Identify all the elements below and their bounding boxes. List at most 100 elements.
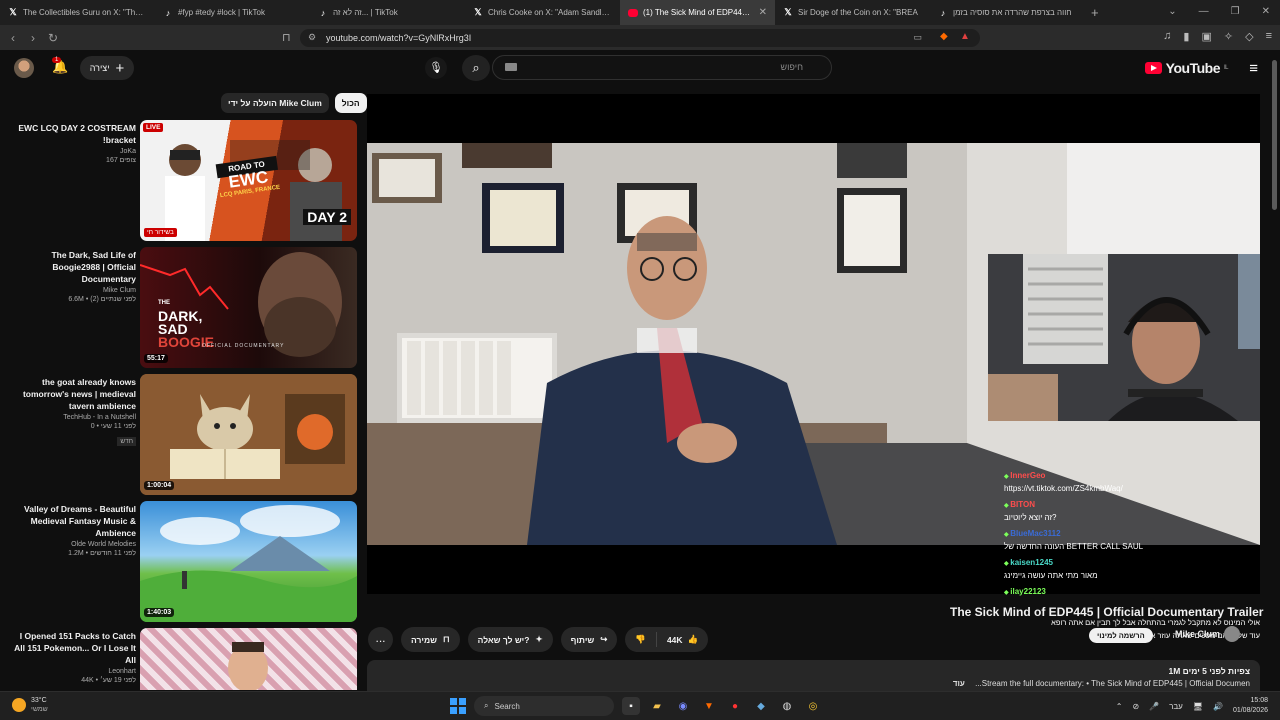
browser-tab[interactable]: 𝕏 Sir Doge of the Coin on X: "BREA xyxy=(775,0,930,25)
overlay-subscribe-button[interactable]: הרשמה למינוי xyxy=(1089,628,1153,643)
reload-icon[interactable]: ↻ xyxy=(43,31,63,45)
tab-title: Chris Cooke on X: "Adam Sandler sha xyxy=(488,8,612,17)
discord-icon[interactable]: ◉ xyxy=(674,697,692,715)
rec-meta: 44K • לפני 19 שע׳ xyxy=(81,677,136,684)
share-button[interactable]: שיתוף ↪ xyxy=(560,627,618,652)
rec-channel[interactable]: Leonhart xyxy=(14,668,136,675)
ai-icon[interactable]: ✧ xyxy=(1224,30,1233,43)
chat-username[interactable]: ◆ ilay22123 xyxy=(1004,586,1260,599)
app2-icon[interactable]: ◎ xyxy=(804,697,822,715)
rec-channel[interactable]: TechHub - In a Nutshell xyxy=(14,414,136,421)
search-icon[interactable]: ⌕ xyxy=(462,55,490,81)
rec-thumbnail[interactable] xyxy=(140,628,357,690)
views-date: 1M צפיות לפני 5 ימים xyxy=(1168,666,1251,676)
rec-item[interactable]: the goat already knows tomorrow's news |… xyxy=(14,374,358,495)
guide-menu-icon[interactable]: ≡ xyxy=(1249,60,1258,77)
youtube-logo[interactable]: YouTube IL xyxy=(1144,60,1229,76)
more-actions-button[interactable]: ... xyxy=(368,627,393,652)
wallet-icon[interactable]: ▣ xyxy=(1201,30,1211,43)
rec-title[interactable]: Valley of Dreams - Beautiful Medieval Fa… xyxy=(14,503,136,539)
youtube-icon xyxy=(628,8,638,17)
forward-icon[interactable]: › xyxy=(23,31,43,45)
minimize-button[interactable]: — xyxy=(1199,6,1209,17)
keyboard-icon[interactable] xyxy=(505,63,517,71)
overlay-channel[interactable]: Mike Clum xyxy=(1175,626,1240,642)
chat-username[interactable]: ◆ BlueMac3112 xyxy=(1004,528,1260,541)
browser-tab[interactable]: 𝕏 Chris Cooke on X: "Adam Sandler sha xyxy=(465,0,620,25)
chat-username[interactable]: ◆ InnerGeo xyxy=(1004,470,1260,483)
video-player[interactable]: ◆ InnerGeo https://vt.tiktok.com/ZS4kmbWa… xyxy=(367,94,1263,643)
save-button[interactable]: שמירה ⊓ xyxy=(401,627,460,652)
avatar[interactable] xyxy=(14,58,34,78)
tray-chevron-icon[interactable]: ⌃ xyxy=(1116,702,1123,711)
sidebar-icon[interactable]: ▮ xyxy=(1183,30,1189,43)
media-icon[interactable]: ♫ xyxy=(1163,30,1171,43)
like-button[interactable]: 44K 👍 xyxy=(655,632,708,647)
task-view-icon[interactable]: ▪ xyxy=(622,697,640,715)
rec-thumbnail[interactable]: THE DARK, SAD BOOGIE OFFICIAL DOCUMENTAR… xyxy=(140,247,357,368)
maximize-button[interactable]: ❐ xyxy=(1231,6,1240,17)
mic-tray-icon[interactable]: 🎤 xyxy=(1149,702,1159,711)
chip-uploaded-by[interactable]: הועלה על ידי Mike Clum xyxy=(221,93,329,113)
app-icon[interactable]: ◆ xyxy=(752,697,770,715)
x-icon: 𝕏 xyxy=(9,7,17,17)
browser-tab[interactable]: ♪ #fyp #tedy #lock | TikTok xyxy=(155,0,310,25)
new-tab-button[interactable]: + xyxy=(1091,5,1099,20)
rec-item[interactable]: Valley of Dreams - Beautiful Medieval Fa… xyxy=(14,501,358,622)
site-info-icon[interactable]: ⚙ xyxy=(308,32,316,43)
volume-icon[interactable]: 🔊 xyxy=(1213,702,1223,711)
ask-button[interactable]: יש לך שאלה? ✦ xyxy=(467,627,553,652)
close-tab-icon[interactable]: ✕ xyxy=(759,7,767,18)
rec-channel[interactable]: Mike Clum xyxy=(14,287,136,294)
voice-search-icon[interactable]: 🎙 xyxy=(425,57,447,79)
address-bar[interactable]: ⚙ youtube.com/watch?v=GyNlRxHrg3I ▭ xyxy=(300,29,980,47)
steam-icon[interactable]: ◍ xyxy=(778,697,796,715)
rec-title[interactable]: The Dark, Sad Life of Boogie2988 | Offic… xyxy=(14,249,136,285)
brave-shield-icon[interactable]: ◆ xyxy=(940,31,948,42)
rewards-icon[interactable]: ▲ xyxy=(960,31,970,42)
rec-thumbnail[interactable]: 1:00:04 xyxy=(140,374,357,495)
rec-title[interactable]: the goat already knows tomorrow's news |… xyxy=(14,376,136,412)
weather-widget[interactable]: 33°C שמשי xyxy=(12,696,48,714)
vpn-icon[interactable]: ◇ xyxy=(1245,30,1253,43)
search-input[interactable]: חיפוש xyxy=(492,55,832,80)
description-more[interactable]: עוד xyxy=(953,679,965,688)
rec-thumbnail[interactable]: LIVE ROAD TO EWC LCQ PARIS, FRANCE DAY 2… xyxy=(140,120,357,241)
scrollbar-thumb[interactable] xyxy=(1272,60,1277,210)
bookmark-icon[interactable]: ⊓ xyxy=(282,31,291,44)
chip-all[interactable]: הכול xyxy=(334,93,367,113)
tab-search-icon[interactable]: ⌄ xyxy=(1168,6,1176,17)
rec-item[interactable]: The Dark, Sad Life of Boogie2988 | Offic… xyxy=(14,247,358,368)
cast-icon[interactable]: ▭ xyxy=(913,32,922,43)
start-icon[interactable] xyxy=(450,698,466,714)
back-icon[interactable]: ‹ xyxy=(3,31,23,45)
rec-item[interactable]: EWC LCQ DAY 2 COSTREAM !bracket JoKa 167… xyxy=(14,120,358,241)
rec-channel[interactable]: JoKa xyxy=(14,148,136,155)
clock[interactable]: 15:08 01/08/2026 xyxy=(1233,696,1268,716)
network-icon[interactable]: 🖥 xyxy=(1193,702,1203,711)
rec-item[interactable]: I Opened 151 Packs to Catch All 151 Poke… xyxy=(14,628,358,690)
browser-tab[interactable]: ♪ זה לא זה... | TikTok xyxy=(310,0,465,25)
page-scrollbar[interactable] xyxy=(1272,52,1278,687)
close-window-button[interactable]: ✕ xyxy=(1262,6,1270,17)
file-explorer-icon[interactable]: ▰ xyxy=(648,697,666,715)
language-indicator[interactable]: עבר xyxy=(1169,702,1183,711)
rec-thumbnail[interactable]: 1:40:03 xyxy=(140,501,357,622)
create-button[interactable]: יצירה + xyxy=(80,56,134,80)
rec-title[interactable]: EWC LCQ DAY 2 COSTREAM !bracket xyxy=(14,122,136,146)
browser-tab[interactable]: ♪ חווה בצרפת שהרדה את סוסיה בזמן xyxy=(930,0,1085,25)
dislike-button[interactable]: 👎 xyxy=(625,634,656,645)
taskbar-search[interactable]: ⌕ Search xyxy=(474,696,614,716)
brave-icon[interactable]: ▼ xyxy=(700,697,718,715)
chat-username[interactable]: ◆ kaisen1245 xyxy=(1004,557,1260,570)
rec-channel[interactable]: Olde World Melodies xyxy=(14,541,136,548)
browser-tab[interactable]: 𝕏 The Collectibles Guru on X: "They re xyxy=(0,0,155,25)
chrome-icon[interactable]: ● xyxy=(726,697,744,715)
notifications-icon[interactable]: 🔔 1 xyxy=(52,57,68,75)
menu-icon[interactable]: ≡ xyxy=(1266,30,1272,43)
tray-icon[interactable]: ⊘ xyxy=(1132,702,1139,711)
browser-tab[interactable]: (1) The Sick Mind of EDP445 | Of ✕ xyxy=(620,0,775,25)
rec-title[interactable]: I Opened 151 Packs to Catch All 151 Poke… xyxy=(14,630,136,666)
chat-username[interactable]: ◆ BITON xyxy=(1004,499,1260,512)
search-placeholder: חיפוש xyxy=(780,62,803,72)
